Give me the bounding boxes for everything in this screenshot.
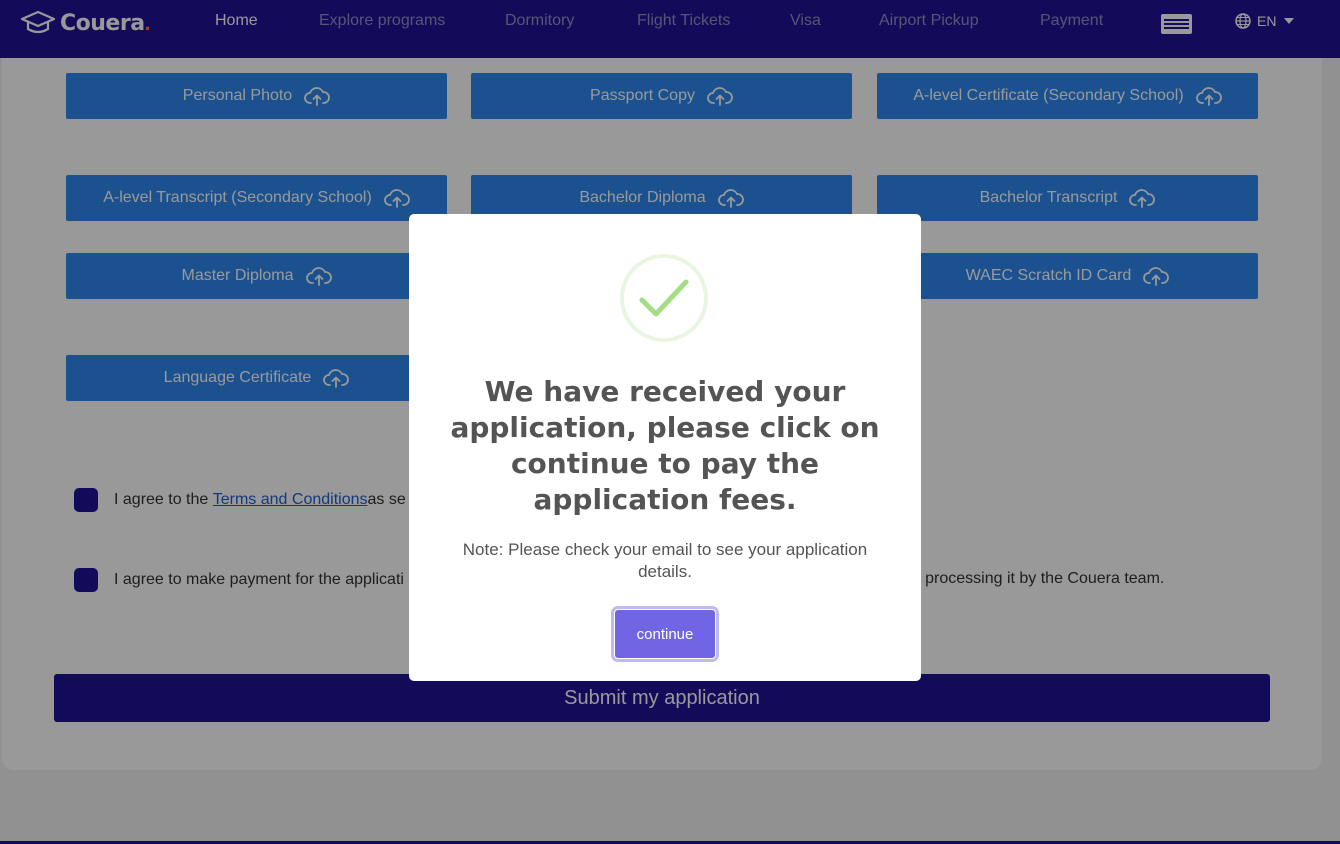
modal-note: Note: Please check your email to see you…: [462, 540, 868, 581]
modal-title: We have received your application, pleas…: [450, 375, 880, 516]
success-check-icon: [620, 254, 708, 342]
success-modal: We have received your application, pleas…: [409, 214, 921, 681]
continue-button[interactable]: continue: [614, 609, 716, 659]
checkmark-icon: [639, 279, 689, 317]
